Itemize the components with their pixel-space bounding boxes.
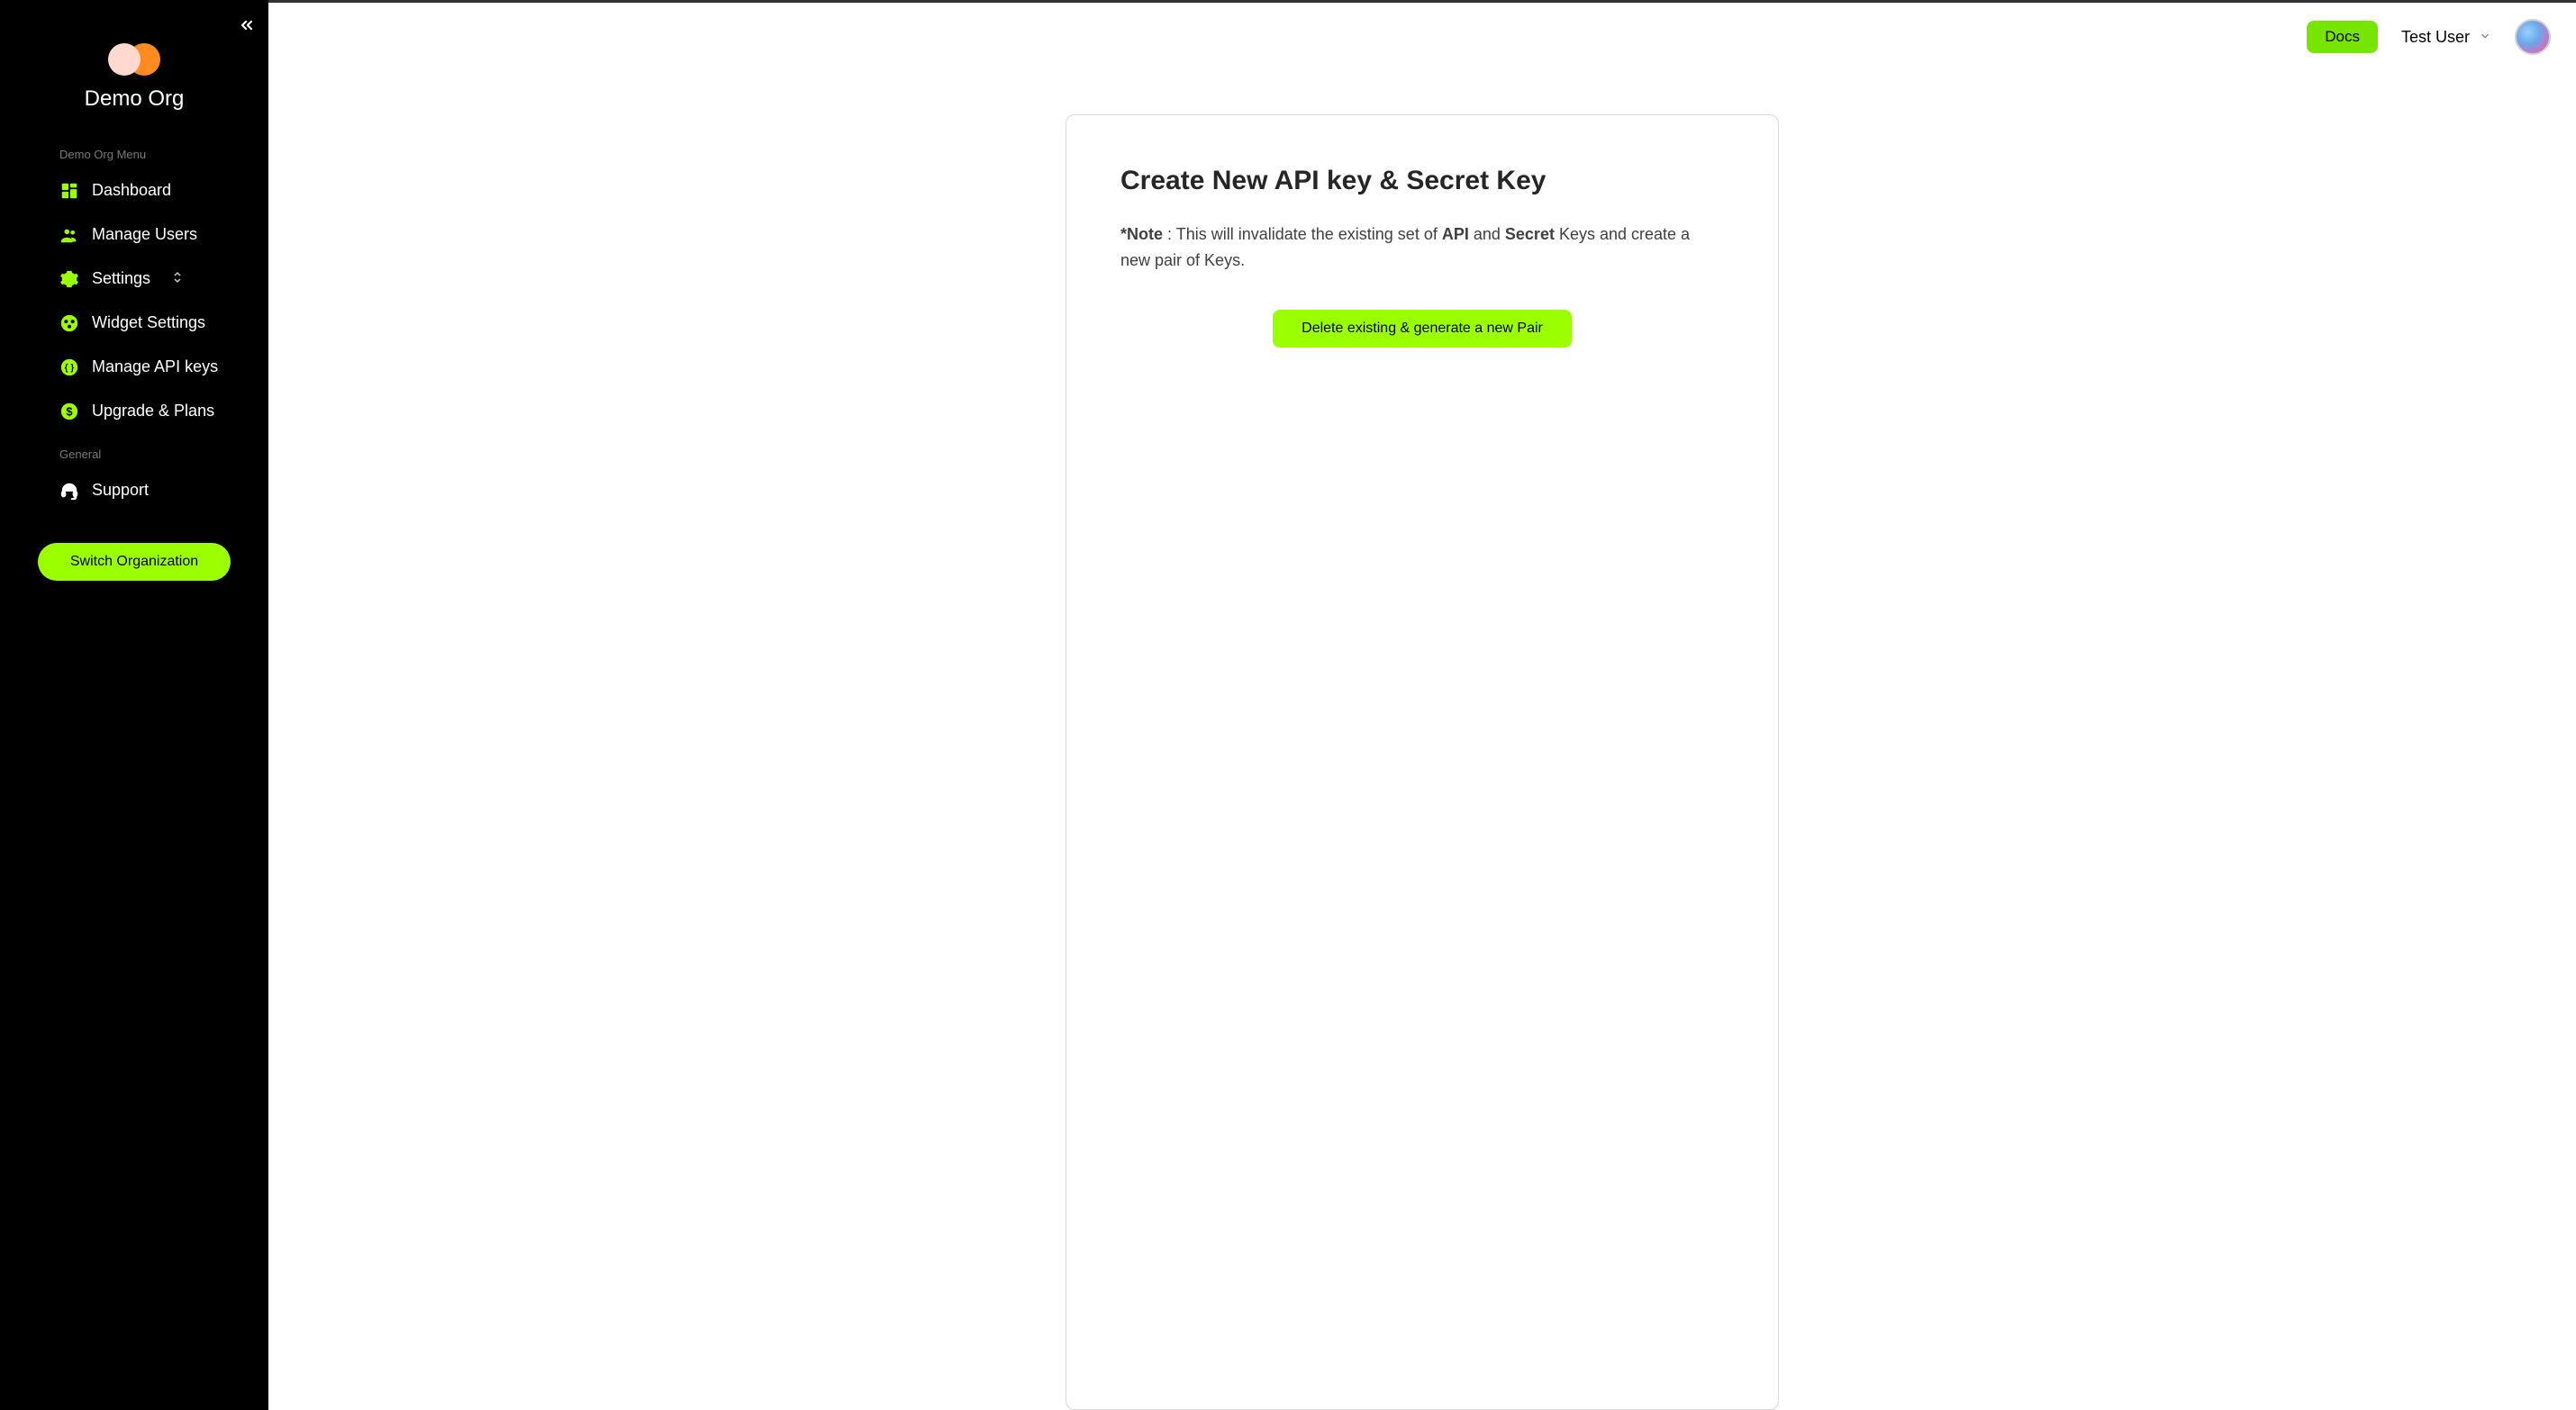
sidebar-item-upgrade-plans[interactable]: $ Upgrade & Plans <box>0 389 268 433</box>
dashboard-icon <box>59 181 79 201</box>
topbar: Docs Test User <box>268 3 2576 55</box>
sidebar-item-manage-users[interactable]: Manage Users <box>0 212 268 257</box>
note-text: : This will invalidate the existing set … <box>1163 225 1442 243</box>
main-area: Docs Test User Create New API key & Secr… <box>268 0 2576 1410</box>
user-menu[interactable]: Test User <box>2401 28 2491 47</box>
sidebar-item-label: Manage Users <box>92 225 197 244</box>
chevron-updown-icon <box>172 271 183 286</box>
sidebar-item-label: Settings <box>92 269 150 288</box>
sidebar-section-menu-label: Demo Org Menu <box>0 139 268 168</box>
api-key-card: Create New API key & Secret Key *Note : … <box>1066 114 1779 1410</box>
note-text: and <box>1469 225 1505 243</box>
widget-icon <box>59 313 79 333</box>
sidebar-item-label: Upgrade & Plans <box>92 402 214 420</box>
sidebar-item-label: Manage API keys <box>92 357 218 376</box>
docs-button[interactable]: Docs <box>2307 21 2378 53</box>
gear-icon <box>59 269 79 289</box>
chevron-down-icon <box>2479 30 2491 45</box>
sidebar-item-manage-api-keys[interactable]: { } Manage API keys <box>0 345 268 389</box>
generate-api-key-button[interactable]: Delete existing & generate a new Pair <box>1273 310 1572 348</box>
org-logo-block: Demo Org <box>0 43 268 112</box>
headset-icon <box>59 481 79 501</box>
card-note: *Note : This will invalidate the existin… <box>1120 221 1724 274</box>
svg-text:{ }: { } <box>65 363 75 373</box>
note-bold-prefix: *Note <box>1120 225 1163 243</box>
users-icon <box>59 225 79 245</box>
note-api-bold: API <box>1442 225 1469 243</box>
sidebar-item-label: Dashboard <box>92 181 171 200</box>
dollar-icon: $ <box>59 402 79 421</box>
card-title: Create New API key & Secret Key <box>1120 166 1724 196</box>
user-name: Test User <box>2401 28 2470 47</box>
svg-text:$: $ <box>66 404 72 418</box>
avatar[interactable] <box>2515 19 2551 55</box>
switch-organization-button[interactable]: Switch Organization <box>38 543 231 581</box>
sidebar: Demo Org Demo Org Menu Dashboard Manage … <box>0 0 268 1410</box>
sidebar-item-widget-settings[interactable]: Widget Settings <box>0 301 268 345</box>
note-secret-bold: Secret <box>1505 225 1555 243</box>
collapse-sidebar-button[interactable] <box>238 16 256 38</box>
sidebar-item-label: Support <box>92 481 149 500</box>
sidebar-item-support[interactable]: Support <box>0 468 268 512</box>
api-key-icon: { } <box>59 357 79 377</box>
content: Create New API key & Secret Key *Note : … <box>268 55 2576 1410</box>
org-logo-icon <box>108 43 160 76</box>
sidebar-item-settings[interactable]: Settings <box>0 257 268 301</box>
sidebar-nav-general: Support <box>0 468 268 512</box>
sidebar-item-label: Widget Settings <box>92 313 205 332</box>
sidebar-section-general-label: General <box>0 438 268 468</box>
org-name: Demo Org <box>85 86 185 112</box>
sidebar-item-dashboard[interactable]: Dashboard <box>0 168 268 212</box>
sidebar-nav: Dashboard Manage Users Settings Widget S… <box>0 168 268 433</box>
